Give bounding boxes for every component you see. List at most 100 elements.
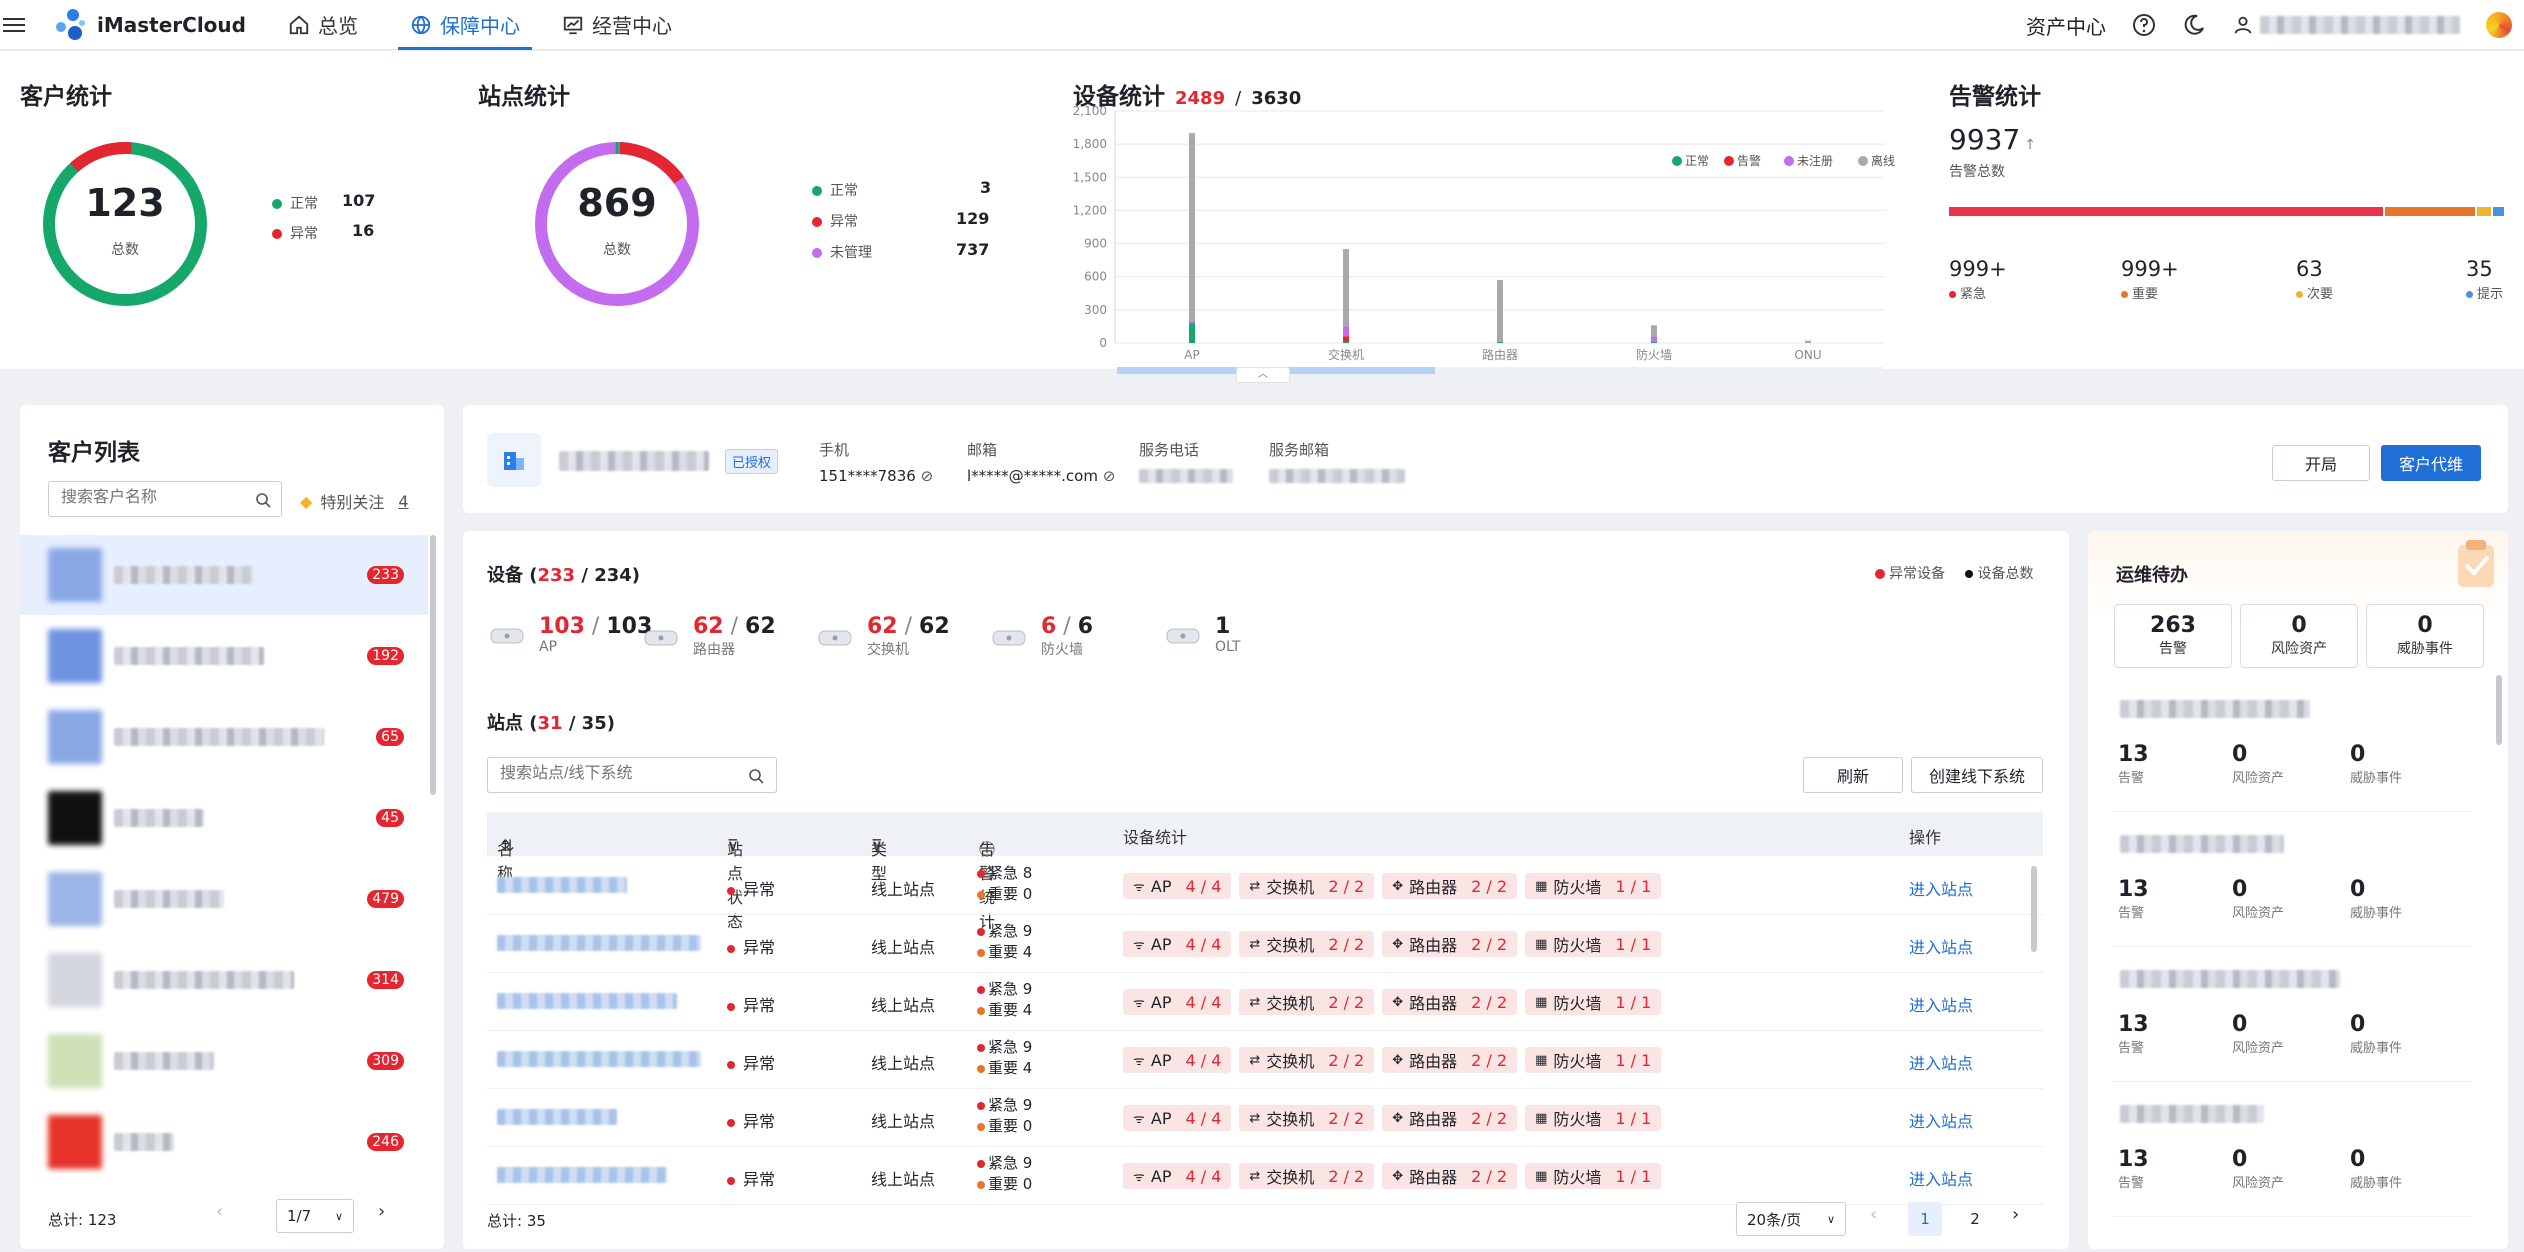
page-1-button[interactable]: 1 (1908, 1202, 1942, 1236)
device-pill-防火墙[interactable]: ▦ 防火墙 1 / 1 (1525, 931, 1662, 957)
brand-logo[interactable]: iMasterCloud (51, 7, 246, 43)
ops-card-2[interactable]: 0 威胁事件 (2366, 604, 2484, 668)
eye-hidden-icon[interactable]: ⊘ (1103, 467, 1116, 485)
page-size-select[interactable]: 20条/页 ∨ (1736, 1202, 1846, 1236)
enter-site-link[interactable]: 进入站点 (1909, 992, 1973, 1016)
create-offline-system-button[interactable]: 创建线下系统 (1911, 757, 2043, 793)
asset-center-link[interactable]: 资产中心 (2026, 11, 2106, 40)
ops-card-1[interactable]: 0 风险资产 (2240, 604, 2358, 668)
site-name-blurred[interactable] (497, 877, 627, 893)
site-name-blurred[interactable] (497, 935, 701, 951)
prev-page-chevron-left-icon[interactable]: ‹ (1870, 1204, 1877, 1225)
customer-list-item[interactable]: 309 (20, 1021, 428, 1101)
device-pill-防火墙[interactable]: ▦ 防火墙 1 / 1 (1525, 989, 1662, 1015)
site-table-scrollbar[interactable] (2031, 866, 2037, 952)
device-type-路由器[interactable]: 62 / 62 路由器 (641, 615, 776, 659)
device-pill-AP[interactable]: ᯤ AP 4 / 4 (1123, 873, 1232, 899)
enter-site-link[interactable]: 进入站点 (1909, 934, 1973, 958)
device-pill-路由器[interactable]: ✥ 路由器 2 / 2 (1382, 873, 1518, 899)
device-pill-AP[interactable]: ᯤ AP 4 / 4 (1123, 989, 1232, 1015)
device-pill-防火墙[interactable]: ▦ 防火墙 1 / 1 (1525, 1047, 1662, 1073)
site-name-blurred[interactable] (497, 993, 677, 1009)
tab-overview[interactable]: 总览 (276, 0, 370, 50)
customer-list-item[interactable]: 65 (20, 697, 428, 777)
ops-customer-item[interactable]: 13 告警 0 风险资产 0 威胁事件 (2112, 827, 2472, 947)
ops-customer-item[interactable]: 13 告警 0 风险资产 0 威胁事件 (2112, 692, 2472, 812)
bar-segment-离线[interactable] (1805, 340, 1811, 343)
device-pill-交换机[interactable]: ⇄ 交换机 2 / 2 (1239, 1105, 1375, 1131)
bar-segment-正常[interactable] (1497, 341, 1503, 343)
device-pill-路由器[interactable]: ✥ 路由器 2 / 2 (1382, 989, 1518, 1015)
special-attention-filter[interactable]: ◆ 特别关注 4 (300, 489, 409, 513)
bar-segment-离线[interactable] (1497, 280, 1503, 342)
alarm-level-1[interactable]: 999+ 重要 (2121, 257, 2179, 302)
device-pill-防火墙[interactable]: ▦ 防火墙 1 / 1 (1525, 1163, 1662, 1189)
device-pill-交换机[interactable]: ⇄ 交换机 2 / 2 (1239, 989, 1375, 1015)
chart-legend-item[interactable]: 告警 (1724, 153, 1761, 168)
prev-page-chevron-left-icon[interactable]: ‹ (216, 1201, 223, 1222)
device-type-防火墙[interactable]: 6 / 6 防火墙 (989, 615, 1093, 659)
bar-segment-未注册[interactable] (1189, 320, 1195, 324)
ops-customer-item[interactable]: 13 告警 0 风险资产 0 威胁事件 (2112, 962, 2472, 1082)
chart-legend-item[interactable]: 正常 (1672, 154, 1709, 168)
bar-segment-未注册[interactable] (1343, 326, 1349, 337)
bar-segment-离线[interactable] (1343, 249, 1349, 327)
enter-site-link[interactable]: 进入站点 (1909, 1050, 1973, 1074)
bar-segment-正常[interactable] (1189, 323, 1195, 343)
device-pill-AP[interactable]: ᯤ AP 4 / 4 (1123, 1105, 1232, 1131)
device-pill-防火墙[interactable]: ▦ 防火墙 1 / 1 (1525, 1105, 1662, 1131)
device-type-AP[interactable]: 103 / 103 AP (487, 615, 652, 655)
site-name-blurred[interactable] (497, 1051, 701, 1067)
device-pill-防火墙[interactable]: ▦ 防火墙 1 / 1 (1525, 873, 1662, 899)
site-table-row[interactable]: 异常 线上站点 紧急 9 重要 0 ᯤ AP 4 / 4 ⇄ 交换机 2 / 2 ✥ 路由器 2 / 2… (487, 1147, 2043, 1205)
help-icon[interactable] (2132, 13, 2156, 37)
bar-segment-告警[interactable] (1343, 336, 1349, 342)
device-pill-AP[interactable]: ᯤ AP 4 / 4 (1123, 1047, 1232, 1073)
dark-mode-icon[interactable] (2182, 13, 2206, 37)
device-pill-路由器[interactable]: ✥ 路由器 2 / 2 (1382, 1163, 1518, 1189)
search-icon[interactable] (748, 768, 764, 784)
customer-list-item[interactable]: 45 (20, 778, 428, 858)
avatar[interactable] (2486, 12, 2512, 38)
enter-site-link[interactable]: 进入站点 (1909, 1166, 1973, 1190)
refresh-button[interactable]: 刷新 (1803, 757, 1903, 793)
device-pill-交换机[interactable]: ⇄ 交换机 2 / 2 (1239, 931, 1375, 957)
tab-business-center[interactable]: 经营中心 (550, 0, 684, 50)
customer-search-box[interactable] (48, 481, 282, 517)
device-type-OLT[interactable]: 1 OLT (1163, 615, 1240, 655)
bar-segment-正常[interactable] (1651, 341, 1657, 343)
site-name-blurred[interactable] (497, 1167, 667, 1183)
next-page-chevron-right-icon[interactable]: › (2012, 1204, 2019, 1225)
site-table-row[interactable]: 异常 线上站点 紧急 9 重要 0 ᯤ AP 4 / 4 ⇄ 交换机 2 / 2 ✥ 路由器 2 / 2… (487, 1089, 2043, 1147)
bar-segment-正常[interactable] (1343, 341, 1349, 343)
device-pill-AP[interactable]: ᯤ AP 4 / 4 (1123, 931, 1232, 957)
enter-site-link[interactable]: 进入站点 (1909, 876, 1973, 900)
site-search-input[interactable] (500, 758, 740, 790)
site-table-row[interactable]: 异常 线上站点 紧急 9 重要 4 ᯤ AP 4 / 4 ⇄ 交换机 2 / 2 ✥ 路由器 2 / 2… (487, 1031, 2043, 1089)
enter-site-link[interactable]: 进入站点 (1909, 1108, 1973, 1132)
site-search-box[interactable] (487, 757, 777, 793)
device-type-交换机[interactable]: 62 / 62 交换机 (815, 615, 950, 659)
ops-card-0[interactable]: 263 告警 (2114, 604, 2232, 668)
alarm-level-0[interactable]: 999+ 紧急 (1949, 257, 2007, 302)
alarm-level-3[interactable]: 35 提示 (2466, 257, 2503, 302)
customer-proxy-button[interactable]: 客户代维 (2381, 445, 2481, 481)
special-attention-count[interactable]: 4 (398, 492, 408, 511)
eye-hidden-icon[interactable]: ⊘ (921, 467, 934, 485)
ops-scrollbar[interactable] (2496, 675, 2502, 745)
customer-list-item[interactable]: 314 (20, 940, 428, 1020)
bar-segment-离线[interactable] (1651, 325, 1657, 337)
bar-segment-未注册[interactable] (1651, 336, 1657, 342)
site-table-row[interactable]: 异常 线上站点 紧急 9 重要 4 ᯤ AP 4 / 4 ⇄ 交换机 2 / 2 ✥ 路由器 2 / 2… (487, 915, 2043, 973)
customer-list-scrollbar[interactable] (430, 535, 436, 795)
tab-assurance-center[interactable]: 保障中心 (397, 0, 532, 50)
device-pill-交换机[interactable]: ⇄ 交换机 2 / 2 (1239, 873, 1375, 899)
open-site-button[interactable]: 开局 (2272, 445, 2370, 481)
collapse-chevron-up-icon[interactable]: ︿ (1236, 367, 1290, 383)
customer-search-input[interactable] (61, 482, 251, 514)
page-select[interactable]: 1/7 ∨ (276, 1199, 354, 1233)
device-pill-路由器[interactable]: ✥ 路由器 2 / 2 (1382, 1047, 1518, 1073)
site-name-blurred[interactable] (497, 1109, 617, 1125)
customer-list-item[interactable]: 246 (20, 1102, 428, 1182)
customer-list-item[interactable]: 192 (20, 616, 428, 696)
